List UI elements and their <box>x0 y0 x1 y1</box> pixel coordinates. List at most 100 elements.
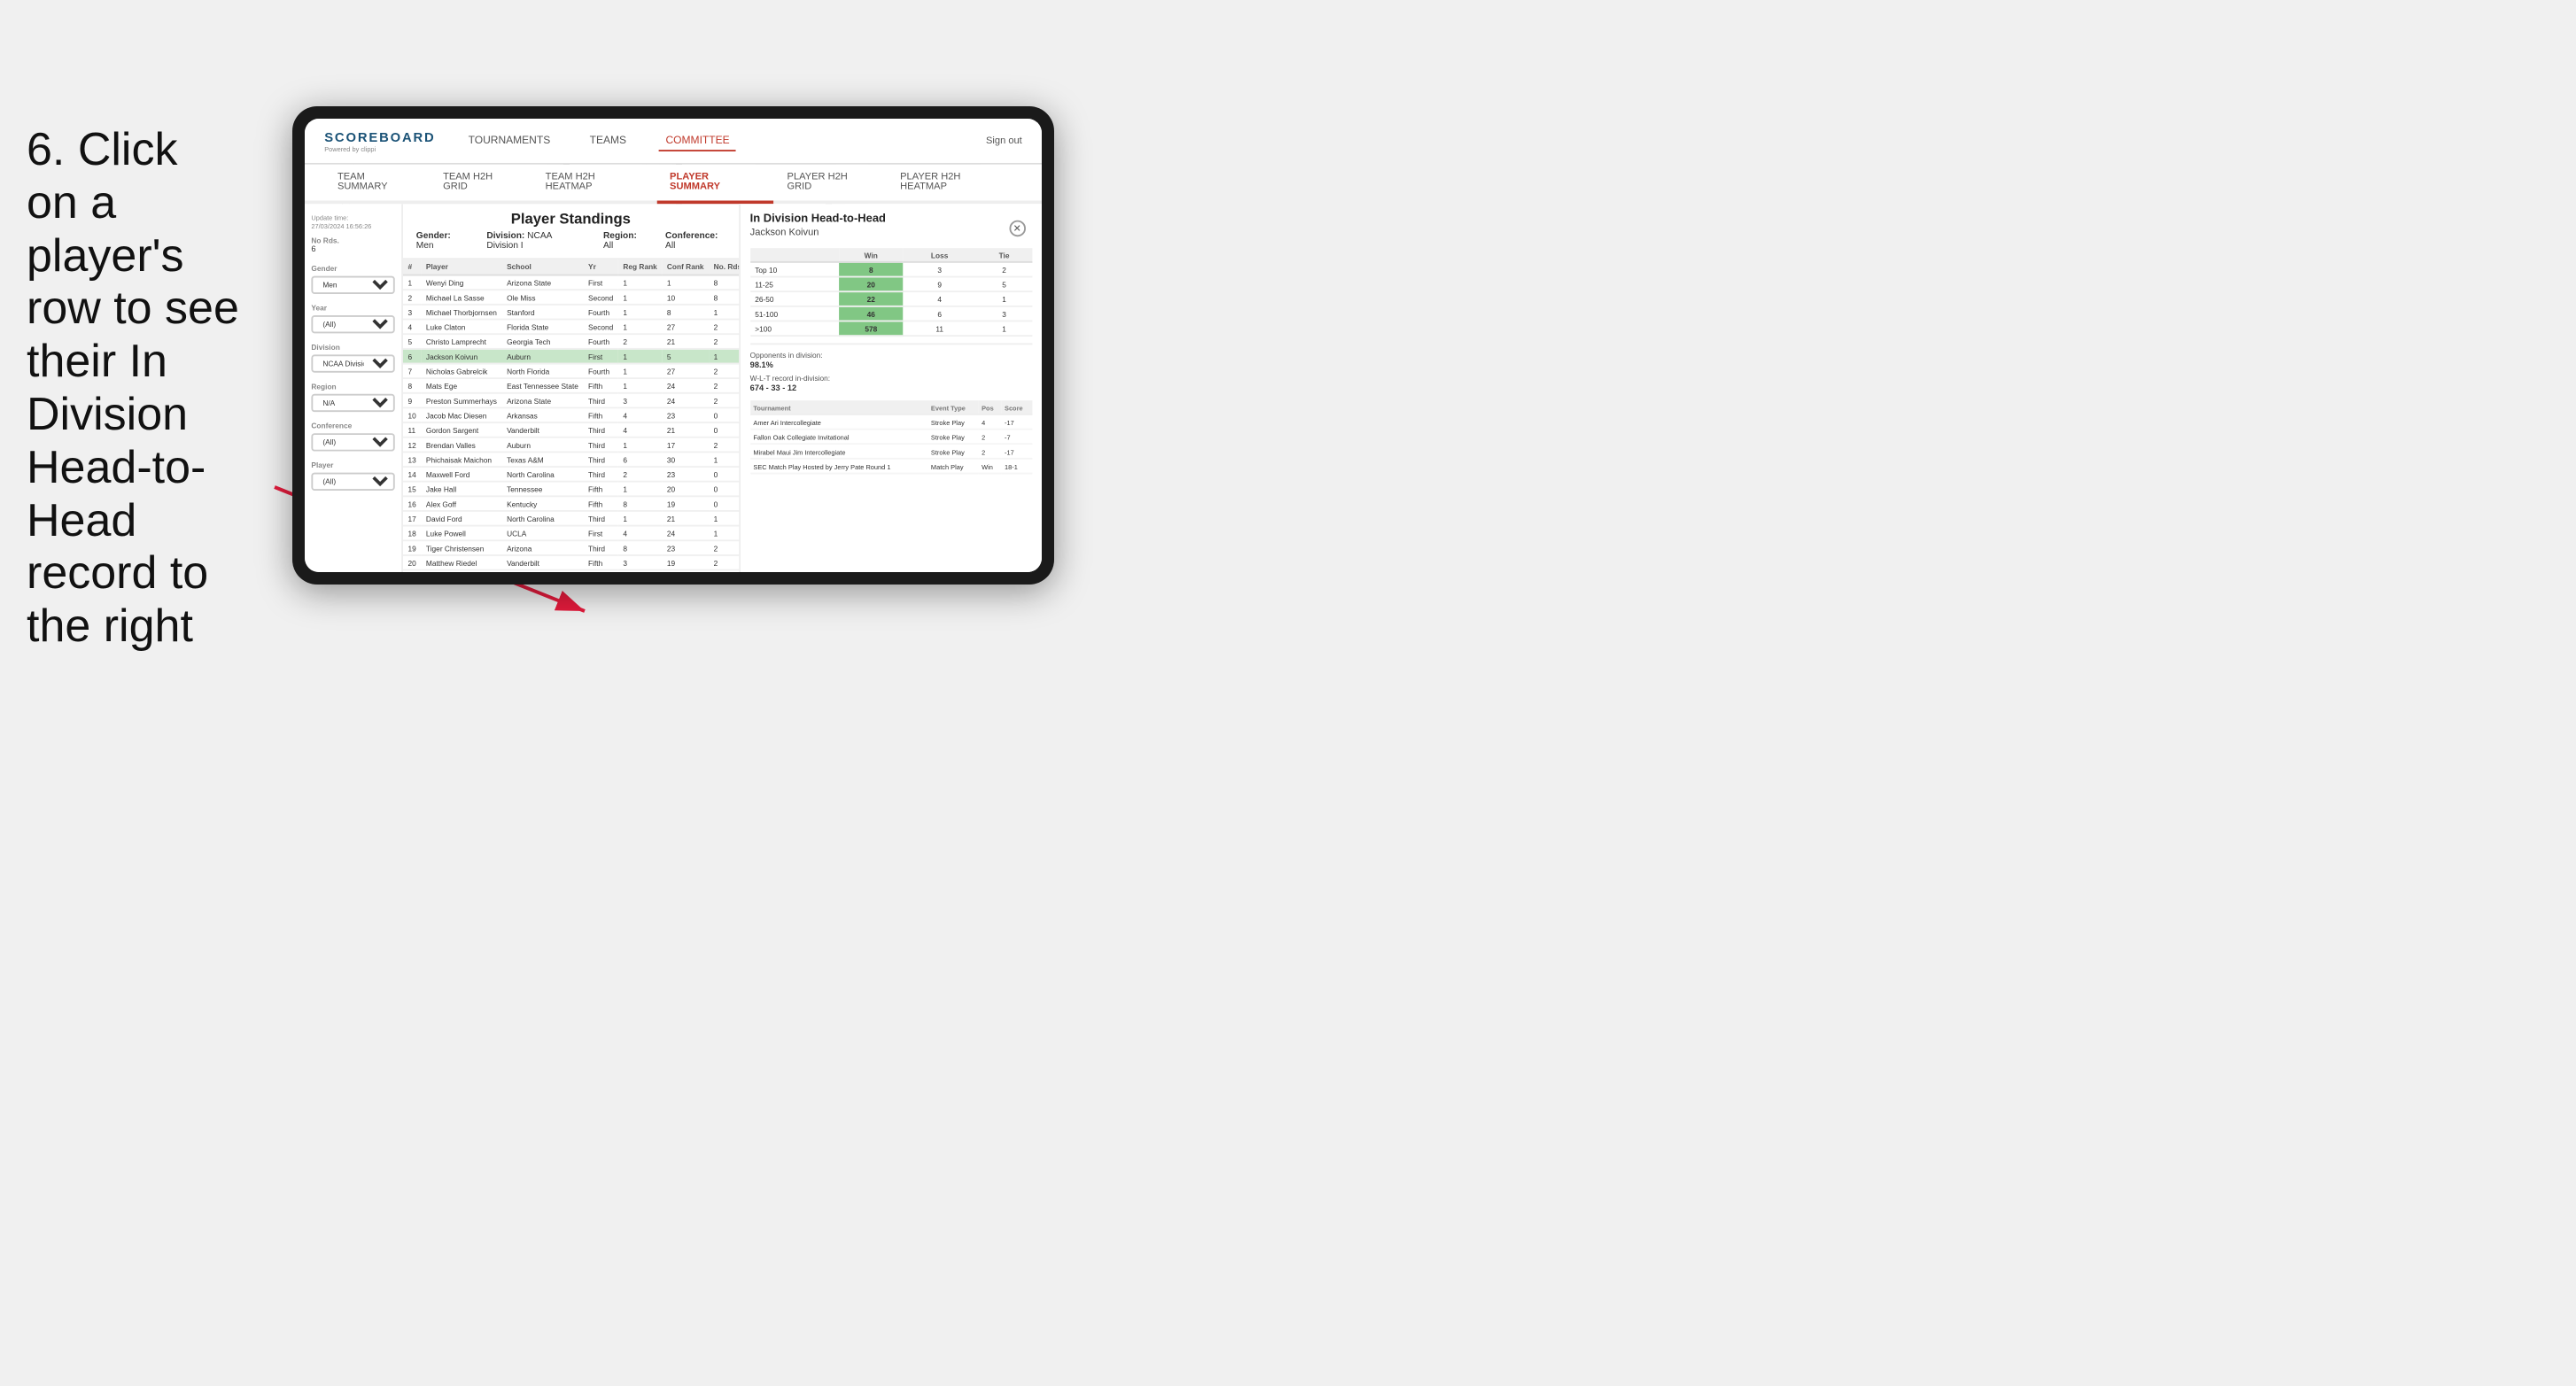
cell-player: Maxwell Ford <box>421 467 501 482</box>
cell-reg-rank: 1 <box>618 437 663 453</box>
cell-no-rds: 0 <box>709 482 739 497</box>
standings-filters: Gender: Men Division: NCAA Division I Re… <box>416 232 725 252</box>
h2h-close-button[interactable]: ✕ <box>1009 221 1026 237</box>
cell-school: Tennessee <box>502 482 584 497</box>
t-event-type: Stroke Play <box>927 414 978 430</box>
t-score: -17 <box>1001 444 1032 459</box>
region-select[interactable]: N/A <box>311 394 394 412</box>
table-row[interactable]: 16 Alex Goff Kentucky Fifth 8 19 0 0 <box>403 496 739 511</box>
tournament-row[interactable]: Amer Ari Intercollegiate Stroke Play 4 -… <box>750 414 1032 430</box>
table-row[interactable]: 13 Phichaisak Maichon Texas A&M Third 6 … <box>403 452 739 467</box>
cell-rank: 4 <box>403 320 421 335</box>
gender-select[interactable]: Men <box>311 276 394 294</box>
h2h-win: 578 <box>839 321 903 336</box>
logo-text: SCOREBOARD <box>324 129 435 144</box>
cell-reg-rank: 3 <box>618 555 663 570</box>
division-select[interactable]: NCAA Division I <box>311 354 394 372</box>
tournament-row[interactable]: Fallon Oak Collegiate Invitational Strok… <box>750 430 1032 445</box>
t-event-type: Stroke Play <box>927 430 978 445</box>
cell-player: Michael La Sasse <box>421 290 501 305</box>
h2h-loss: 9 <box>903 277 976 292</box>
cell-rank: 21 <box>403 570 421 572</box>
cell-player: Christo Lamprecht <box>421 334 501 349</box>
nav-teams[interactable]: TEAMS <box>583 131 632 151</box>
table-row[interactable]: 21 Taehoon Song Washington Fourth 6 23 2… <box>403 570 739 572</box>
cell-rank: 15 <box>403 482 421 497</box>
nav-committee[interactable]: COMMITTEE <box>659 131 736 151</box>
cell-school: Kentucky <box>502 496 584 511</box>
table-row[interactable]: 2 Michael La Sasse Ole Miss Second 1 10 … <box>403 290 739 305</box>
filter-division: Division: NCAA Division I <box>486 232 583 252</box>
table-row[interactable]: 14 Maxwell Ford North Carolina Third 2 2… <box>403 467 739 482</box>
t-pos: 4 <box>978 414 1001 430</box>
standings-title: Player Standings <box>416 211 725 228</box>
cell-school: Ole Miss <box>502 290 584 305</box>
table-row[interactable]: 10 Jacob Mac Diesen Arkansas Fifth 4 23 … <box>403 408 739 423</box>
cell-conf-rank: 24 <box>662 526 709 541</box>
tab-player-summary[interactable]: PLAYER SUMMARY <box>656 165 773 204</box>
cell-reg-rank: 1 <box>618 305 663 320</box>
tab-player-h2h-grid[interactable]: PLAYER H2H GRID <box>774 165 888 204</box>
year-select[interactable]: (All) <box>311 315 394 333</box>
cell-rank: 5 <box>403 334 421 349</box>
table-row[interactable]: 6 Jackson Koivun Auburn First 1 5 1 1 <box>403 349 739 364</box>
tab-team-summary[interactable]: TEAM SUMMARY <box>324 165 430 204</box>
cell-player: Luke Powell <box>421 526 501 541</box>
h2h-col-loss: Loss <box>903 248 976 262</box>
cell-reg-rank: 1 <box>618 349 663 364</box>
cell-conf-rank: 24 <box>662 393 709 408</box>
table-row[interactable]: 5 Christo Lamprecht Georgia Tech Fourth … <box>403 334 739 349</box>
sidebar-conference: Conference (All) <box>311 422 394 451</box>
cell-school: Vanderbilt <box>502 555 584 570</box>
table-row[interactable]: 8 Mats Ege East Tennessee State Fifth 1 … <box>403 378 739 393</box>
cell-reg-rank: 1 <box>618 511 663 526</box>
table-row[interactable]: 15 Jake Hall Tennessee Fifth 1 20 0 0 <box>403 482 739 497</box>
cell-no-rds: 2 <box>709 320 739 335</box>
sign-out-button[interactable]: Sign out <box>986 136 1022 145</box>
cell-player: Taehoon Song <box>421 570 501 572</box>
cell-no-rds: 2 <box>709 570 739 572</box>
table-row[interactable]: 17 David Ford North Carolina Third 1 21 … <box>403 511 739 526</box>
table-row[interactable]: 12 Brendan Valles Auburn Third 1 17 2 0 <box>403 437 739 453</box>
table-row[interactable]: 9 Preston Summerhays Arizona State Third… <box>403 393 739 408</box>
cell-no-rds: 0 <box>709 496 739 511</box>
col-player: Player <box>421 259 501 275</box>
cell-player: Wenyi Ding <box>421 275 501 290</box>
cell-school: East Tennessee State <box>502 378 584 393</box>
table-row[interactable]: 11 Gordon Sargent Vanderbilt Third 4 21 … <box>403 422 739 437</box>
wlt-record: 674 - 33 - 12 <box>750 384 1032 394</box>
table-row[interactable]: 7 Nicholas Gabrelcik North Florida Fourt… <box>403 364 739 379</box>
h2h-row: Top 10 8 3 2 <box>750 262 1032 277</box>
table-row[interactable]: 20 Matthew Riedel Vanderbilt Fifth 3 19 … <box>403 555 739 570</box>
center-panel: Player Standings Gender: Men Division: N… <box>403 204 739 572</box>
cell-reg-rank: 6 <box>618 570 663 572</box>
cell-no-rds: 0 <box>709 467 739 482</box>
table-row[interactable]: 4 Luke Claton Florida State Second 1 27 … <box>403 320 739 335</box>
cell-reg-rank: 2 <box>618 334 663 349</box>
cell-player: Gordon Sargent <box>421 422 501 437</box>
tab-team-h2h-grid[interactable]: TEAM H2H GRID <box>430 165 532 204</box>
conference-select[interactable]: (All) <box>311 433 394 451</box>
table-row[interactable]: 3 Michael Thorbjornsen Stanford Fourth 1… <box>403 305 739 320</box>
table-row[interactable]: 19 Tiger Christensen Arizona Third 8 23 … <box>403 540 739 555</box>
table-row[interactable]: 1 Wenyi Ding Arizona State First 1 1 8 1 <box>403 275 739 290</box>
tournament-row[interactable]: SEC Match Play Hosted by Jerry Pate Roun… <box>750 459 1032 474</box>
cell-player: Nicholas Gabrelcik <box>421 364 501 379</box>
tab-player-h2h-heatmap[interactable]: PLAYER H2H HEATMAP <box>887 165 1021 204</box>
player-select[interactable]: (All) <box>311 473 394 491</box>
table-row[interactable]: 18 Luke Powell UCLA First 4 24 1 0 <box>403 526 739 541</box>
col-conf-rank: Conf Rank <box>662 259 709 275</box>
cell-conf-rank: 19 <box>662 555 709 570</box>
main-content: Update time: 27/03/2024 16:56:26 No Rds.… <box>305 204 1042 572</box>
tab-team-h2h-heatmap[interactable]: TEAM H2H HEATMAP <box>532 165 656 204</box>
tournament-row[interactable]: Mirabel Maui Jim Intercollegiate Stroke … <box>750 444 1032 459</box>
cell-no-rds: 1 <box>709 305 739 320</box>
nav-tournaments[interactable]: TOURNAMENTS <box>462 131 556 151</box>
sidebar: Update time: 27/03/2024 16:56:26 No Rds.… <box>305 204 403 572</box>
h2h-tie: 3 <box>976 306 1032 321</box>
tournament-table: Tournament Event Type Pos Score Amer Ari… <box>750 400 1032 474</box>
wlt-label: W-L-T record in-division: <box>750 375 1032 383</box>
h2h-col-range <box>750 248 840 262</box>
h2h-tie: 1 <box>976 291 1032 306</box>
opponents-pct: 98.1% <box>750 361 1032 371</box>
